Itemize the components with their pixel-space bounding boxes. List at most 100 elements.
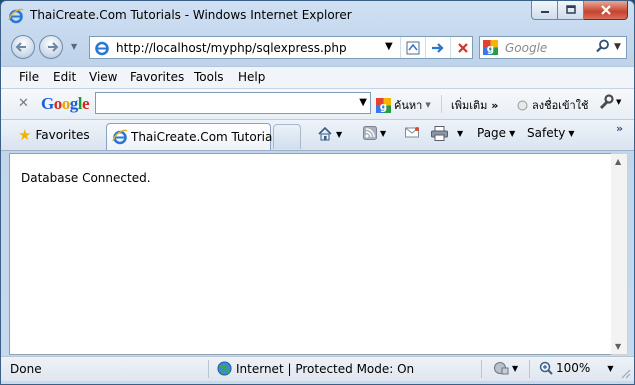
google-search-provider-icon: g: [483, 40, 498, 55]
address-tools: [400, 37, 475, 58]
google-g-icon: g: [376, 97, 391, 113]
search-placeholder[interactable]: Google: [505, 41, 547, 55]
search-options-dropdown-icon[interactable]: ▼: [614, 42, 621, 52]
search-icon[interactable]: [596, 39, 610, 53]
google-signin-label: ลงชื่อเข้าใช้: [532, 99, 589, 112]
google-search-dropdown-icon[interactable]: ▼: [359, 97, 367, 108]
google-signin-button[interactable]: ลงชื่อเข้าใช้: [517, 96, 588, 114]
google-search-label: ค้นหา: [394, 99, 423, 112]
menu-view[interactable]: View: [89, 70, 117, 84]
vertical-scrollbar[interactable]: ▲ ▼: [611, 153, 628, 355]
new-tab-button[interactable]: [273, 124, 301, 149]
status-text: Done: [10, 362, 42, 376]
tab-ie-icon: [112, 129, 128, 145]
google-more-label: เพิ่มเติม: [451, 99, 488, 112]
minimize-button[interactable]: [531, 1, 558, 20]
compatibility-icon: [406, 41, 420, 54]
menu-file[interactable]: File: [19, 70, 39, 84]
signin-circle-icon: [517, 100, 528, 110]
google-more-button[interactable]: เพิ่มเติม »: [451, 96, 498, 114]
zoom-button[interactable]: 100% ▼: [539, 361, 613, 375]
history-dropdown-icon[interactable]: ▼: [71, 42, 77, 51]
favorites-star-icon: ★: [18, 126, 32, 144]
home-icon: [318, 126, 332, 141]
page-content: Database Connected.: [9, 153, 612, 355]
scroll-up-arrow-icon[interactable]: ▲: [615, 157, 621, 166]
forward-button[interactable]: [39, 35, 63, 59]
print-button[interactable]: ▼: [431, 126, 463, 141]
safety-menu-label: Safety: [527, 126, 566, 140]
home-button[interactable]: ▼: [317, 126, 342, 142]
wrench-icon: [599, 94, 614, 110]
tab-label: ThaiCreate.Com Tutorials: [131, 130, 282, 144]
address-bar[interactable]: http://localhost/myphp/sqlexpress.php ▼: [89, 36, 473, 59]
page-menu-button[interactable]: Page ▼: [477, 126, 515, 140]
compatibility-view-button[interactable]: [400, 37, 425, 58]
maximize-icon: [565, 5, 576, 14]
close-window-button[interactable]: [584, 1, 628, 20]
zoom-magnifier-icon: [539, 361, 553, 375]
status-divider: [208, 360, 209, 378]
favorites-label: Favorites: [35, 128, 90, 142]
safety-dropdown-icon: ▼: [568, 128, 575, 138]
close-toolbar-icon[interactable]: ✕: [18, 96, 29, 111]
rss-feed-icon: [363, 126, 377, 140]
google-settings-button[interactable]: ▼: [598, 94, 621, 110]
back-arrow-icon: [15, 42, 26, 52]
protected-mode-button[interactable]: ▼: [493, 361, 518, 376]
page-dropdown-icon: ▼: [509, 128, 516, 138]
security-zone-label: Internet | Protected Mode: On: [236, 361, 415, 376]
mail-icon: [405, 127, 419, 138]
read-mail-button[interactable]: [405, 126, 420, 139]
back-button[interactable]: [11, 35, 35, 59]
safety-menu-button[interactable]: Safety ▼: [527, 126, 575, 140]
status-bar: Done Internet | Protected Mode: On ▼ 100…: [1, 356, 634, 381]
menu-edit[interactable]: Edit: [53, 70, 76, 84]
ie-logo-icon: [8, 8, 24, 24]
zoom-dropdown-icon: ▼: [607, 363, 614, 373]
menu-tools[interactable]: Tools: [194, 70, 224, 84]
home-dropdown-icon[interactable]: ▼: [336, 130, 342, 139]
tab-thaicreate[interactable]: ThaiCreate.Com Tutorials: [106, 123, 282, 150]
feeds-button[interactable]: ▼: [363, 126, 386, 140]
status-divider: [481, 360, 482, 378]
google-logo: Google: [41, 94, 90, 113]
content-message: Database Connected.: [21, 171, 151, 185]
page-menu-label: Page: [477, 126, 507, 140]
command-row: ★ Favorites ThaiCreate.Com Tutorials ▼ ▼…: [1, 120, 634, 151]
menu-favorites[interactable]: Favorites: [130, 70, 184, 84]
favorites-button[interactable]: ★ Favorites: [18, 126, 90, 144]
feeds-dropdown-icon[interactable]: ▼: [380, 129, 386, 138]
print-dropdown-icon[interactable]: ▼: [457, 129, 463, 138]
svg-text:g: g: [487, 43, 494, 55]
url-text[interactable]: http://localhost/myphp/sqlexpress.php: [116, 41, 347, 55]
toolbar-divider: [441, 95, 442, 113]
menu-help[interactable]: Help: [238, 70, 265, 84]
google-search-button[interactable]: g ค้นหา ▼: [376, 96, 431, 114]
scroll-down-arrow-icon[interactable]: ▼: [615, 342, 621, 351]
internet-globe-icon: [217, 361, 232, 376]
security-zone[interactable]: Internet | Protected Mode: On: [217, 361, 414, 376]
navigation-bar: ▼ http://localhost/myphp/sqlexpress.php …: [1, 31, 634, 65]
resize-grip-icon[interactable]: [619, 367, 631, 379]
maximize-button[interactable]: [558, 1, 584, 20]
menu-bar: File Edit View Favorites Tools Help: [1, 66, 634, 89]
minimize-icon: [540, 11, 549, 13]
go-button[interactable]: [425, 37, 450, 58]
browser-window: ThaiCreate.Com Tutorials - Windows Inter…: [0, 0, 635, 385]
search-box[interactable]: g Google ▼: [479, 36, 627, 59]
title-bar[interactable]: ThaiCreate.Com Tutorials - Windows Inter…: [1, 1, 634, 31]
google-search-dropdown-arrow-icon[interactable]: ▼: [425, 101, 430, 109]
caption-buttons: [531, 1, 628, 21]
protected-mode-icon: [494, 362, 509, 375]
address-dropdown-icon[interactable]: ▼: [385, 41, 393, 52]
double-chevron-icon: »: [487, 99, 499, 112]
forward-arrow-icon: [48, 42, 59, 52]
toolbar-overflow-chevron-icon[interactable]: »: [616, 122, 623, 135]
stop-button[interactable]: [450, 37, 475, 58]
settings-dropdown-icon: ▼: [616, 98, 622, 106]
google-search-input[interactable]: ▼: [95, 92, 371, 114]
zoom-level: 100%: [556, 361, 591, 375]
printer-icon: [431, 126, 448, 141]
svg-text:g: g: [380, 101, 387, 113]
